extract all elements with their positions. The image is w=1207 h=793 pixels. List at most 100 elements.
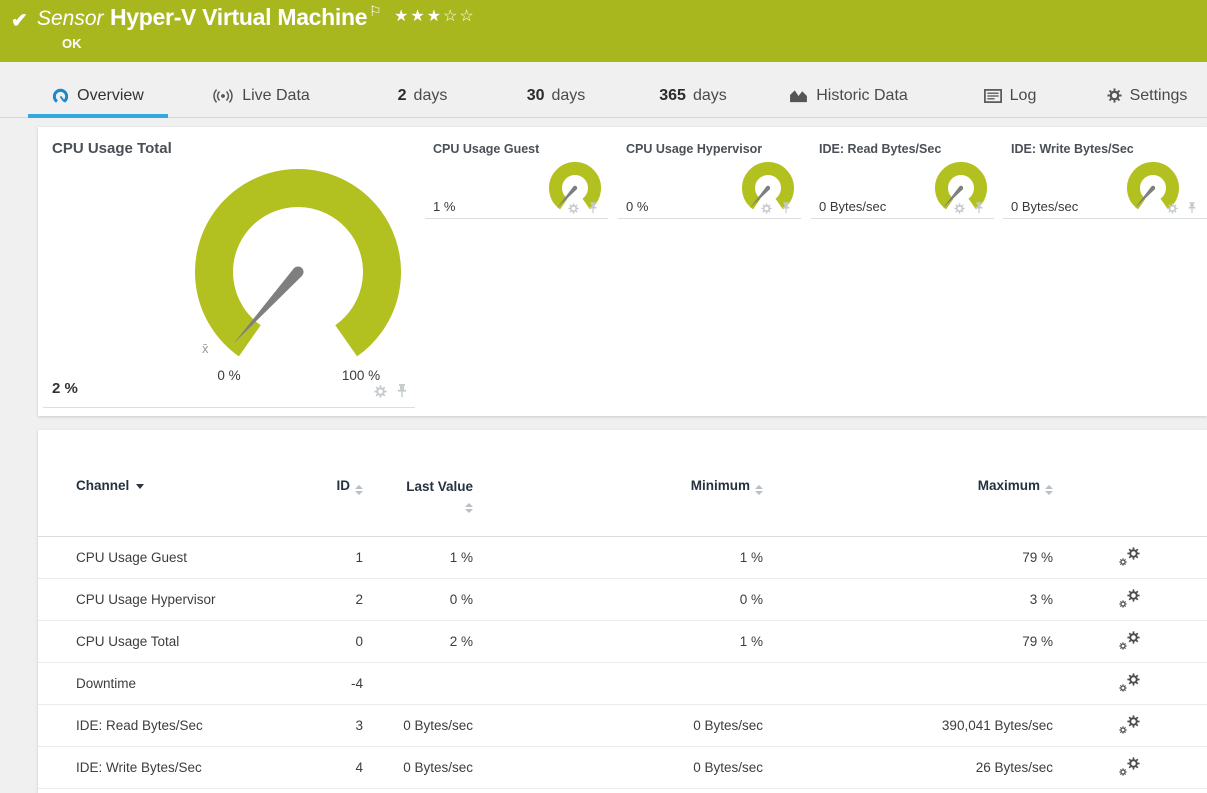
cell-minimum: 0 Bytes/sec bbox=[693, 718, 763, 733]
cell-minimum: 0 % bbox=[739, 592, 763, 607]
column-header-id[interactable]: ID bbox=[318, 478, 363, 495]
flag-icon[interactable]: ⚐ bbox=[369, 3, 382, 20]
cell-channel: Downtime bbox=[76, 676, 137, 691]
pin-icon[interactable] bbox=[974, 202, 984, 214]
channel-settings-gears-icon[interactable] bbox=[1118, 631, 1142, 652]
cell-channel: CPU Usage Hypervisor bbox=[76, 592, 216, 607]
tab-365-days[interactable]: 365 days bbox=[621, 62, 765, 117]
area-chart-icon bbox=[789, 88, 808, 103]
gauge-scale-min-label: 0 % bbox=[217, 368, 241, 383]
gear-icon[interactable] bbox=[568, 203, 579, 214]
cell-maximum: 3 % bbox=[1029, 592, 1053, 607]
status-ok-check-icon: ✔ bbox=[11, 10, 28, 32]
cell-minimum: 1 % bbox=[739, 634, 763, 649]
cell-maximum: 79 % bbox=[1022, 550, 1053, 565]
cpu-total-gauge: x̄ bbox=[195, 169, 401, 357]
broadcast-icon bbox=[212, 89, 234, 103]
table-header-row: Channel ID Last Value Minimum Maximum bbox=[38, 478, 1207, 537]
tab-settings[interactable]: Settings bbox=[1088, 62, 1206, 117]
tab-2-days[interactable]: 2 days bbox=[354, 62, 491, 117]
channel-settings-gears-icon[interactable] bbox=[1118, 715, 1142, 736]
cell-maximum: 26 Bytes/sec bbox=[975, 760, 1053, 775]
sort-arrows-icon bbox=[465, 503, 473, 513]
cell-id: 4 bbox=[355, 760, 363, 775]
tab-label: days bbox=[551, 86, 586, 104]
sensor-status-text: OK bbox=[62, 36, 82, 51]
gear-icon[interactable] bbox=[374, 385, 387, 398]
cell-channel: IDE: Read Bytes/Sec bbox=[76, 718, 203, 733]
channel-settings-gears-icon[interactable] bbox=[1118, 589, 1142, 610]
cell-channel: IDE: Write Bytes/Sec bbox=[76, 760, 202, 775]
priority-star-rating[interactable]: ★★★☆☆ bbox=[394, 6, 476, 26]
cell-maximum: 390,041 Bytes/sec bbox=[941, 718, 1053, 733]
column-header-maximum[interactable]: Maximum bbox=[763, 478, 1053, 495]
tab-log[interactable]: Log bbox=[932, 62, 1088, 117]
tab-live-data[interactable]: Live Data bbox=[168, 62, 354, 117]
mean-marker: x̄ bbox=[202, 341, 209, 356]
gauge-value: 0 Bytes/sec bbox=[1011, 199, 1079, 214]
sort-arrows-icon bbox=[755, 485, 763, 495]
sort-arrows-icon bbox=[355, 485, 363, 495]
gauge-title: IDE: Read Bytes/Sec bbox=[819, 142, 942, 156]
cell-id: -4 bbox=[350, 676, 363, 691]
gauge-value: 2 % bbox=[52, 380, 78, 397]
gauge-value: 0 Bytes/sec bbox=[819, 199, 887, 214]
cell-minimum: 1 % bbox=[739, 550, 763, 565]
sensor-title: Hyper-V Virtual Machine bbox=[110, 4, 368, 30]
channel-table-panel: Channel ID Last Value Minimum Maximum CP… bbox=[38, 430, 1207, 793]
tab-overview[interactable]: Overview bbox=[28, 62, 168, 118]
mini-gauge-card-cpu-usage-hypervisor: CPU Usage Hypervisor 0 % bbox=[618, 141, 801, 219]
column-header-minimum[interactable]: Minimum bbox=[473, 478, 763, 495]
table-row[interactable]: IDE: Write Bytes/Sec 4 0 Bytes/sec 0 Byt… bbox=[38, 747, 1207, 789]
gauge-value: 1 % bbox=[433, 199, 456, 214]
gear-icon[interactable] bbox=[954, 203, 965, 214]
tab-label: Live Data bbox=[242, 86, 310, 104]
log-list-icon bbox=[984, 89, 1002, 103]
gauge-title: CPU Usage Guest bbox=[433, 142, 540, 156]
channel-settings-gears-icon[interactable] bbox=[1118, 757, 1142, 778]
mini-gauge-card-cpu-usage-guest: CPU Usage Guest 1 % bbox=[425, 141, 608, 219]
tab-label: Log bbox=[1009, 86, 1037, 104]
cell-last-value: 1 % bbox=[449, 550, 473, 565]
cell-id: 0 bbox=[355, 634, 363, 649]
pin-icon[interactable] bbox=[396, 384, 408, 398]
cell-channel: CPU Usage Guest bbox=[76, 550, 188, 565]
gauge-scale-max-label: 100 % bbox=[341, 368, 381, 383]
table-row[interactable]: CPU Usage Total 0 2 % 1 % 79 % bbox=[38, 621, 1207, 663]
sensor-header-bar: ✔ Sensor Hyper-V Virtual Machine ⚐ ★★★☆☆… bbox=[0, 0, 1207, 62]
cell-last-value: 0 % bbox=[449, 592, 473, 607]
gear-icon[interactable] bbox=[1167, 203, 1178, 214]
column-header-last-value[interactable]: Last Value bbox=[363, 478, 473, 513]
cell-minimum: 0 Bytes/sec bbox=[693, 760, 763, 775]
pin-icon[interactable] bbox=[781, 202, 791, 214]
cell-id: 3 bbox=[355, 718, 363, 733]
channel-settings-gears-icon[interactable] bbox=[1118, 547, 1142, 568]
table-row[interactable]: IDE: Read Bytes/Sec 3 0 Bytes/sec 0 Byte… bbox=[38, 705, 1207, 747]
tab-label: Overview bbox=[77, 86, 144, 104]
divider bbox=[43, 407, 415, 408]
tab-number: 365 bbox=[659, 86, 686, 104]
column-header-channel[interactable]: Channel bbox=[38, 478, 318, 493]
table-row[interactable]: CPU Usage Hypervisor 2 0 % 0 % 3 % bbox=[38, 579, 1207, 621]
tab-30-days[interactable]: 30 days bbox=[491, 62, 621, 117]
primary-gauge-card: CPU Usage Total x̄ 0 % 100 % 2 % bbox=[38, 127, 420, 416]
gauge-title: CPU Usage Hypervisor bbox=[626, 142, 763, 156]
cell-maximum: 79 % bbox=[1022, 634, 1053, 649]
cell-channel: CPU Usage Total bbox=[76, 634, 180, 649]
tab-historic-data[interactable]: Historic Data bbox=[765, 62, 932, 117]
table-row[interactable]: CPU Usage Guest 1 1 % 1 % 79 % bbox=[38, 537, 1207, 579]
mini-gauge-card-ide-read: IDE: Read Bytes/Sec 0 Bytes/sec bbox=[811, 141, 994, 219]
tab-number: 2 bbox=[397, 86, 407, 104]
cell-last-value: 0 Bytes/sec bbox=[403, 718, 473, 733]
pin-icon[interactable] bbox=[1187, 202, 1197, 214]
table-row[interactable]: Downtime -4 bbox=[38, 663, 1207, 705]
tab-label: Historic Data bbox=[816, 86, 908, 104]
tab-label: days bbox=[413, 86, 448, 104]
gauges-panel: CPU Usage Total x̄ 0 % 100 % 2 % CPU Usa… bbox=[38, 127, 1207, 416]
gauge-title: IDE: Write Bytes/Sec bbox=[1011, 142, 1134, 156]
pin-icon[interactable] bbox=[588, 202, 598, 214]
sensor-type-label: Sensor bbox=[37, 7, 104, 30]
channel-settings-gears-icon[interactable] bbox=[1118, 673, 1142, 694]
gear-icon[interactable] bbox=[761, 203, 772, 214]
mini-gauge-card-ide-write: IDE: Write Bytes/Sec 0 Bytes/sec bbox=[1003, 141, 1207, 219]
